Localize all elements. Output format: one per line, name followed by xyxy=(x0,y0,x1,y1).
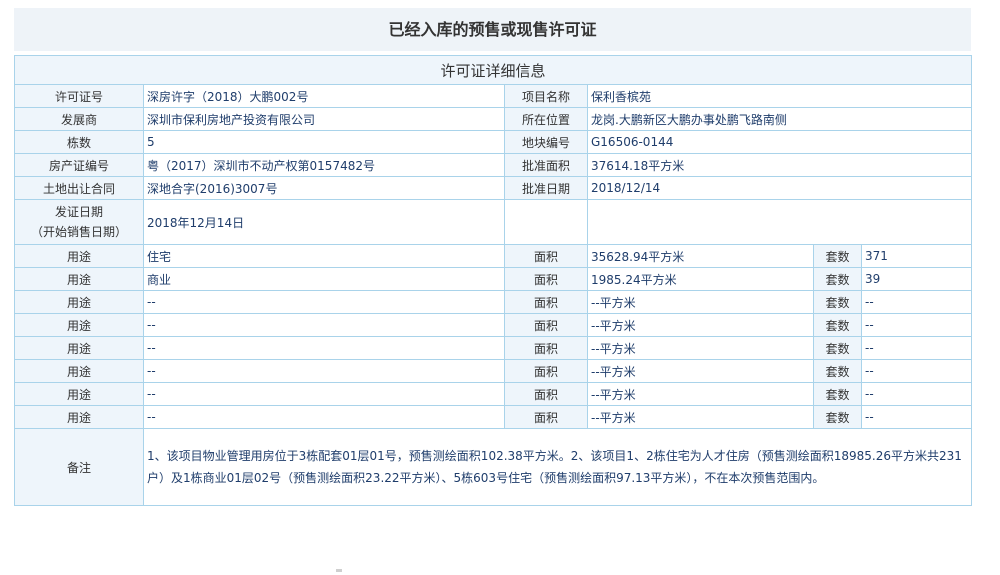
usage-row: 用途 -- 面积 --平方米 套数 -- xyxy=(14,382,973,406)
area-value: 35628.94平方米 xyxy=(587,244,814,268)
area-value: --平方米 xyxy=(587,313,814,337)
page-title: 已经入库的预售或现售许可证 xyxy=(14,8,971,51)
units-value: -- xyxy=(860,290,973,314)
units-value: -- xyxy=(860,382,973,406)
info-row-developer: 发展商 深圳市保利房地产投资有限公司 所在位置 龙岗.大鹏新区大鹏办事处鹏飞路南… xyxy=(14,107,973,131)
area-value: --平方米 xyxy=(587,359,814,383)
usage-row: 用途 -- 面积 --平方米 套数 -- xyxy=(14,313,973,337)
info-row-land-contract: 土地出让合同 深地合字(2016)3007号 批准日期 2018/12/14 xyxy=(14,176,973,200)
divider xyxy=(336,569,342,572)
location-label: 所在位置 xyxy=(504,107,588,131)
empty-cell xyxy=(504,199,588,245)
usage-value: -- xyxy=(143,313,505,337)
section-title: 许可证详细信息 xyxy=(13,55,973,85)
project-name-label: 项目名称 xyxy=(504,84,588,108)
permit-detail-table: 许可证详细信息 许可证号 深房许字（2018）大鹏002号 项目名称 保利香槟苑… xyxy=(13,55,973,506)
units-label: 套数 xyxy=(813,290,862,314)
units-label: 套数 xyxy=(813,267,862,291)
units-label: 套数 xyxy=(813,244,862,268)
property-cert-label: 房产证编号 xyxy=(14,153,144,177)
usage-value: -- xyxy=(143,290,505,314)
parcel-no-label: 地块编号 xyxy=(504,130,588,154)
permit-no-value: 深房许字（2018）大鹏002号 xyxy=(143,84,505,108)
area-label: 面积 xyxy=(504,336,588,360)
units-label: 套数 xyxy=(813,359,862,383)
area-value: --平方米 xyxy=(587,336,814,360)
empty-cell xyxy=(586,199,973,245)
usage-value: -- xyxy=(143,382,505,406)
property-cert-value: 粤（2017）深圳市不动产权第0157482号 xyxy=(143,153,505,177)
units-label: 套数 xyxy=(813,313,862,337)
units-value: -- xyxy=(860,313,973,337)
issue-date-value: 2018年12月14日 xyxy=(143,199,505,245)
remarks-text: 1、该项目物业管理用房位于3栋配套01层01号，预售测绘面积102.38平方米。… xyxy=(142,428,973,506)
area-label: 面积 xyxy=(504,359,588,383)
area-label: 面积 xyxy=(504,382,588,406)
usage-label: 用途 xyxy=(14,336,144,360)
location-value: 龙岗.大鹏新区大鹏办事处鹏飞路南侧 xyxy=(586,107,973,131)
usage-value: -- xyxy=(143,359,505,383)
land-contract-value: 深地合字(2016)3007号 xyxy=(143,176,505,200)
area-label: 面积 xyxy=(504,244,588,268)
units-value: 39 xyxy=(860,267,973,291)
parcel-no-value: G16506-0144 xyxy=(586,130,973,154)
land-contract-label: 土地出让合同 xyxy=(14,176,144,200)
units-value: -- xyxy=(860,405,973,429)
usage-value: 商业 xyxy=(143,267,505,291)
usage-row: 用途 -- 面积 --平方米 套数 -- xyxy=(14,336,973,360)
area-label: 面积 xyxy=(504,290,588,314)
usage-row: 用途 -- 面积 --平方米 套数 -- xyxy=(14,290,973,314)
approved-area-value: 37614.18平方米 xyxy=(586,153,973,177)
area-label: 面积 xyxy=(504,405,588,429)
approved-date-label: 批准日期 xyxy=(504,176,588,200)
usage-label: 用途 xyxy=(14,313,144,337)
usage-value: -- xyxy=(143,405,505,429)
info-row-buildings: 栋数 5 地块编号 G16506-0144 xyxy=(14,130,973,154)
usage-label: 用途 xyxy=(14,290,144,314)
buildings-value: 5 xyxy=(143,130,505,154)
units-label: 套数 xyxy=(813,336,862,360)
usage-row: 用途 住宅 面积 35628.94平方米 套数 371 xyxy=(14,244,973,268)
usage-label: 用途 xyxy=(14,359,144,383)
usage-label: 用途 xyxy=(14,267,144,291)
info-row-permit: 许可证号 深房许字（2018）大鹏002号 项目名称 保利香槟苑 xyxy=(14,84,973,108)
issue-date-label-line1: 发证日期 xyxy=(54,205,103,219)
usage-row: 用途 -- 面积 --平方米 套数 -- xyxy=(14,405,973,429)
area-value: --平方米 xyxy=(587,382,814,406)
usage-row: 用途 商业 面积 1985.24平方米 套数 39 xyxy=(14,267,973,291)
usage-row: 用途 -- 面积 --平方米 套数 -- xyxy=(14,359,973,383)
developer-value: 深圳市保利房地产投资有限公司 xyxy=(143,107,505,131)
usage-label: 用途 xyxy=(14,244,144,268)
units-label: 套数 xyxy=(813,382,862,406)
units-value: -- xyxy=(860,359,973,383)
remarks-label: 备注 xyxy=(14,428,144,506)
section-header-row: 许可证详细信息 xyxy=(13,55,973,85)
permit-panel: 已经入库的预售或现售许可证 许可证详细信息 许可证号 深房许字（2018）大鹏0… xyxy=(13,8,973,506)
usage-label: 用途 xyxy=(14,382,144,406)
units-value: 371 xyxy=(860,244,973,268)
developer-label: 发展商 xyxy=(14,107,144,131)
issue-date-label: 发证日期 （开始销售日期） xyxy=(14,199,144,245)
units-value: -- xyxy=(860,336,973,360)
approved-area-label: 批准面积 xyxy=(504,153,588,177)
permit-no-label: 许可证号 xyxy=(14,84,144,108)
units-label: 套数 xyxy=(813,405,862,429)
usage-value: 住宅 xyxy=(143,244,505,268)
remarks-row: 备注 1、该项目物业管理用房位于3栋配套01层01号，预售测绘面积102.38平… xyxy=(14,428,973,506)
usage-label: 用途 xyxy=(14,405,144,429)
buildings-label: 栋数 xyxy=(14,130,144,154)
issue-date-label-line2: （开始销售日期） xyxy=(30,225,127,239)
usage-value: -- xyxy=(143,336,505,360)
info-row-property-cert: 房产证编号 粤（2017）深圳市不动产权第0157482号 批准面积 37614… xyxy=(14,153,973,177)
area-value: --平方米 xyxy=(587,290,814,314)
project-name-value: 保利香槟苑 xyxy=(586,84,973,108)
area-value: 1985.24平方米 xyxy=(587,267,814,291)
area-label: 面积 xyxy=(504,267,588,291)
approved-date-value: 2018/12/14 xyxy=(586,176,973,200)
info-row-issue-date: 发证日期 （开始销售日期） 2018年12月14日 xyxy=(14,199,973,245)
area-value: --平方米 xyxy=(587,405,814,429)
area-label: 面积 xyxy=(504,313,588,337)
